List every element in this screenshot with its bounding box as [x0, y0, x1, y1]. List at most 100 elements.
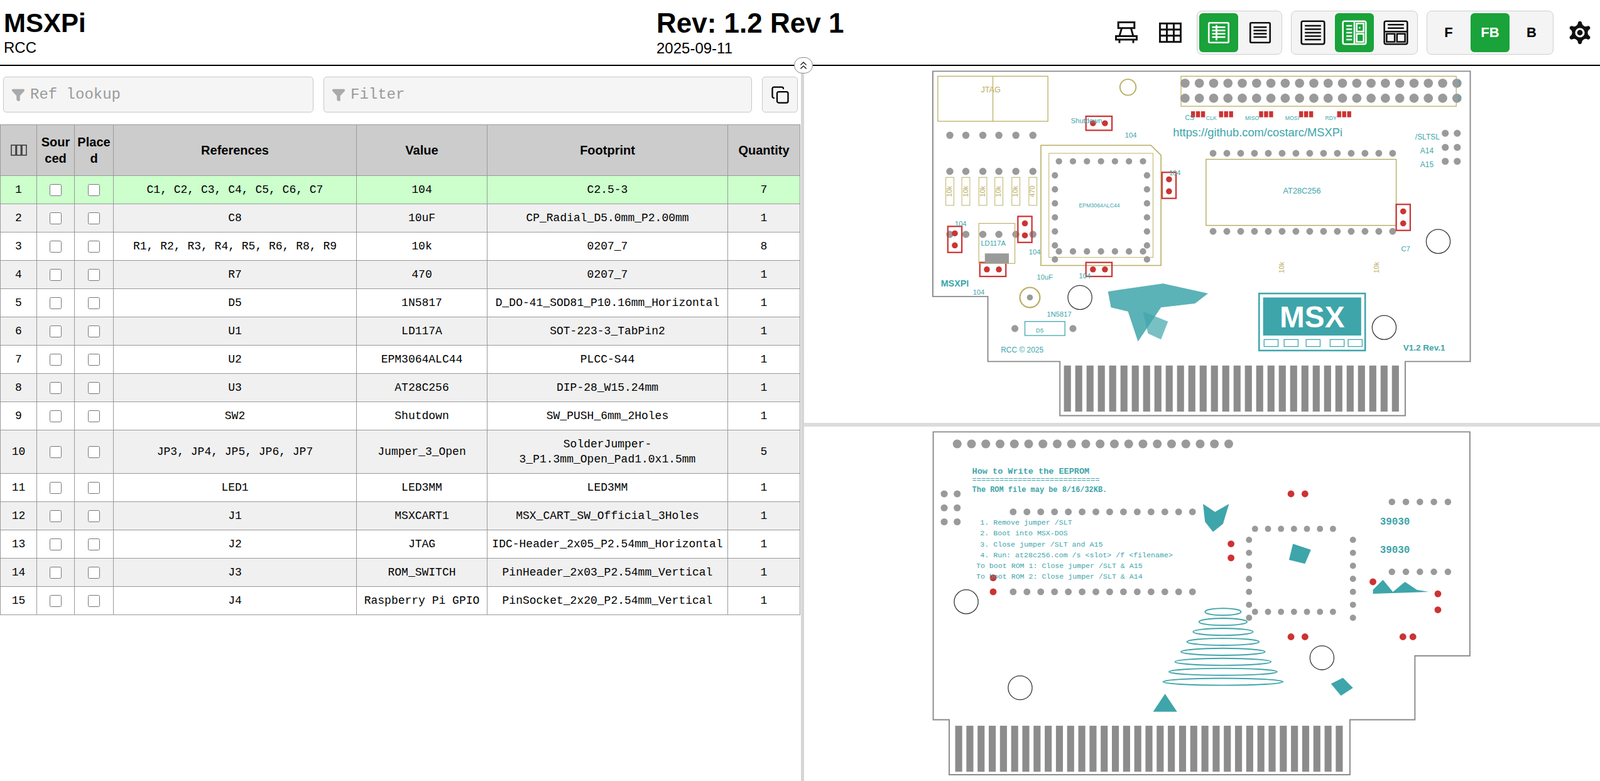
value-cell: EPM3064ALC44 — [356, 345, 488, 374]
bom-pane: Ref lookupFilter SourcedPlacedReferencesV… — [0, 65, 801, 781]
sourced-checkbox[interactable] — [49, 510, 62, 523]
silkscreen-label: RDY — [1324, 114, 1337, 122]
placed-checkbox[interactable] — [87, 268, 100, 281]
table-row[interactable]: 14J3ROM_SWITCHPinHeader_2x03_P2.54mm_Ver… — [0, 558, 801, 587]
horizontal-splitter[interactable] — [804, 422, 1600, 427]
sourced-checkbox[interactable] — [49, 268, 62, 281]
title-block: MSXPiRCC — [0, 8, 657, 58]
sourced-checkbox[interactable] — [49, 212, 62, 225]
placed-checkbox[interactable] — [87, 184, 100, 196]
filter-field[interactable]: Filter — [323, 76, 752, 113]
sourced-cell — [37, 586, 75, 615]
placed-checkbox[interactable] — [87, 410, 100, 423]
placed-checkbox[interactable] — [87, 481, 100, 494]
table-row[interactable]: 6U1LD117ASOT-223-3_TabPin21 — [0, 317, 801, 346]
table-row[interactable]: 1C1, C2, C3, C4, C5, C6, C7104C2.5-37 — [0, 175, 801, 205]
collapse-button[interactable] — [794, 57, 813, 74]
placed-checkbox[interactable] — [87, 240, 100, 253]
layout-button[interactable]: ▪ — [1334, 13, 1374, 53]
silkscreen-label: AT28C256 — [1283, 185, 1322, 196]
silkscreen-label: RCC © 2025 — [1000, 345, 1044, 355]
layer-button[interactable]: FB — [1470, 13, 1510, 53]
back-pcb-view[interactable]: How to Write the EEPROM=================… — [805, 427, 1599, 780]
sourced-checkbox[interactable] — [49, 353, 62, 366]
column-header[interactable]: Quantity — [728, 125, 801, 176]
silkscreen-label: The ROM file may be 8/16/32KB. — [972, 485, 1108, 495]
column-header[interactable]: Value — [356, 125, 488, 176]
sourced-checkbox[interactable] — [49, 566, 62, 579]
references-cell: U2 — [113, 345, 357, 374]
quantity-cell: 8 — [728, 232, 801, 261]
footprint-cell: PinHeader_2x03_P2.54mm_Vertical — [487, 558, 729, 587]
placed-cell — [74, 345, 114, 374]
placed-checkbox[interactable] — [87, 212, 100, 225]
placed-checkbox[interactable] — [87, 510, 100, 523]
table-row[interactable]: 5D51N5817D_DO-41_SOD81_P10.16mm_Horizont… — [0, 288, 801, 318]
sourced-checkbox[interactable] — [49, 325, 62, 338]
tool-button[interactable] — [1108, 13, 1144, 53]
row-number: 2 — [0, 204, 38, 233]
table-row[interactable]: 10JP3, JP4, JP5, JP6, JP7Jumper_3_OpenSo… — [0, 430, 801, 474]
column-header[interactable]: References — [113, 125, 357, 176]
table-row[interactable]: 9SW2ShutdownSW_PUSH_6mm_2Holes1 — [0, 402, 801, 431]
column-header[interactable]: Sourced — [37, 125, 75, 176]
sourced-checkbox[interactable] — [49, 481, 62, 494]
front-pcb-view[interactable]: JTAGShutdownCSCLKMISOMOSIRDYhttps://gith… — [805, 67, 1599, 422]
board-title: MSXPi — [3, 8, 657, 39]
sourced-cell — [37, 288, 75, 318]
row-number: 12 — [0, 501, 38, 531]
value-cell: ROM_SWITCH — [356, 558, 488, 587]
table-row[interactable]: 12J1MSXCART1MSX_CART_SW_Official_3Holes1 — [0, 501, 801, 531]
placed-checkbox[interactable] — [87, 538, 100, 551]
sourced-checkbox[interactable] — [49, 297, 62, 310]
table-row[interactable]: 11LED1LED3MMLED3MM1 — [0, 473, 801, 502]
quantity-cell: 1 — [728, 373, 801, 403]
table-row[interactable]: 13J2JTAGIDC-Header_2x05_P2.54mm_Horizont… — [0, 530, 801, 559]
column-header[interactable]: Footprint — [487, 125, 729, 176]
silkscreen-label: 470 — [1028, 185, 1036, 198]
footprint-cell: C2.5-3 — [487, 175, 729, 205]
layout-button[interactable] — [1376, 13, 1416, 53]
value-cell: Raspberry Pi GPIO — [356, 586, 488, 615]
sourced-checkbox[interactable] — [49, 381, 62, 394]
layer-button[interactable]: B — [1512, 13, 1552, 53]
sourced-checkbox[interactable] — [49, 410, 62, 423]
layer-button[interactable]: F — [1429, 13, 1469, 53]
silkscreen-label: 10k — [1277, 261, 1286, 273]
silkscreen-label: 1N5817 — [1047, 310, 1072, 318]
placed-checkbox[interactable] — [87, 325, 100, 338]
sourced-checkbox[interactable] — [49, 446, 62, 458]
sourced-checkbox[interactable] — [49, 240, 62, 253]
table-row[interactable]: 4R74700207_71 — [0, 260, 801, 289]
layout-button[interactable] — [1293, 13, 1333, 53]
value-cell: Jumper_3_Open — [356, 430, 488, 474]
ref-lookup-field[interactable]: Ref lookup — [3, 76, 314, 113]
settings-button[interactable] — [1562, 13, 1598, 53]
references-cell: D5 — [113, 288, 357, 318]
tool-button[interactable] — [1152, 13, 1188, 53]
table-row[interactable]: 2C810uFCP_Radial_D5.0mm_P2.00mm1 — [0, 204, 801, 233]
table-row[interactable]: 7U2EPM3064ALC44PLCC-S441 — [0, 345, 801, 374]
column-header[interactable]: Placed — [74, 125, 114, 176]
placed-checkbox[interactable] — [87, 297, 100, 310]
placed-checkbox[interactable] — [87, 594, 100, 607]
placed-checkbox[interactable] — [87, 566, 100, 579]
value-cell: JTAG — [356, 530, 488, 559]
sourced-checkbox[interactable] — [49, 538, 62, 551]
sourced-checkbox[interactable] — [49, 594, 62, 607]
copy-button[interactable] — [761, 76, 798, 113]
placed-checkbox[interactable] — [87, 381, 100, 394]
sourced-checkbox[interactable] — [49, 184, 62, 196]
table-row[interactable]: 15J4Raspberry Pi GPIOPinSocket_2x20_P2.5… — [0, 586, 801, 615]
placed-checkbox[interactable] — [87, 446, 100, 458]
silkscreen-label: ============================ — [972, 475, 1100, 485]
sourced-cell — [37, 501, 75, 531]
table-row[interactable]: 8U3AT28C256DIP-28_W15.24mm1 — [0, 373, 801, 403]
bom-mode-button[interactable] — [1240, 13, 1280, 53]
bom-mode-button[interactable] — [1199, 13, 1239, 53]
placed-checkbox[interactable] — [87, 353, 100, 366]
silkscreen-label: A15 — [1420, 160, 1435, 169]
column-menu[interactable] — [0, 125, 38, 176]
table-row[interactable]: 3R1, R2, R3, R4, R5, R6, R8, R910k0207_7… — [0, 232, 801, 261]
date: 2025-09-11 — [656, 38, 844, 58]
